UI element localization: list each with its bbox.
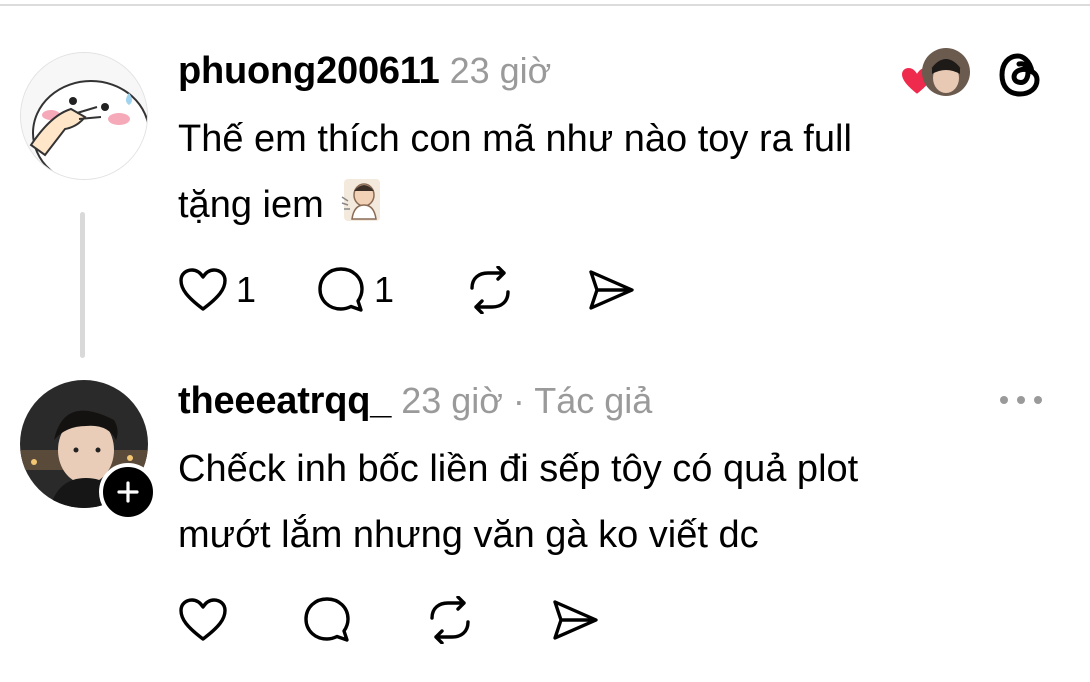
author-mini-avatar: [922, 48, 970, 96]
post-text-line-2: tặng iem: [178, 172, 1018, 244]
thread-connector-line: [80, 212, 85, 358]
threads-logo-icon[interactable]: [996, 50, 1044, 105]
post-actions: 1 1: [178, 262, 636, 318]
comment-button[interactable]: 1: [316, 265, 394, 315]
post-text: Chếck inh bốc liền đi sếp tôy có quả plo…: [178, 436, 1018, 568]
post-text-line-1: Chếck inh bốc liền đi sếp tôy có quả plo…: [178, 448, 859, 490]
post-text: Thế em thích con mã như nào toy ra full …: [178, 106, 1018, 244]
comment-icon: [318, 267, 364, 312]
post-header: phuong200611 23 giờ: [178, 50, 551, 93]
author-tag: · Tác giả: [512, 380, 653, 421]
heart-icon: [179, 598, 227, 641]
timestamp: 23 giờ: [401, 380, 503, 421]
top-divider: [0, 4, 1090, 6]
avatar-phuong200611[interactable]: [20, 52, 148, 180]
share-button[interactable]: [586, 267, 636, 313]
comment-count: 1: [374, 269, 395, 310]
repost-button[interactable]: [424, 596, 476, 644]
like-count: 1: [236, 269, 257, 310]
avatar-illustration: [21, 53, 147, 179]
heart-icon: [179, 268, 227, 311]
timestamp: 23 giờ: [449, 50, 552, 91]
follow-button[interactable]: [99, 463, 157, 521]
post-text-line-1: Thế em thích con mã như nào toy ra full: [178, 118, 852, 160]
post-text-line-2-text: tặng iem: [178, 184, 324, 226]
post-text-line-2: mướt lắm nhưng văn gà ko viết dc: [178, 514, 759, 556]
repost-button[interactable]: [464, 266, 516, 314]
username[interactable]: theeeatrqq_: [178, 380, 391, 422]
more-icon[interactable]: [998, 392, 1044, 413]
like-button[interactable]: [178, 597, 228, 643]
share-button[interactable]: [550, 597, 600, 643]
person-thinking-emoji-icon: [338, 177, 384, 244]
share-icon: [553, 600, 598, 640]
repost-icon: [430, 596, 470, 644]
post-header: theeeatrqq_ 23 giờ · Tác giả: [178, 380, 652, 423]
comment-icon: [304, 597, 350, 642]
username[interactable]: phuong200611: [178, 50, 440, 92]
post-actions: [178, 592, 600, 648]
follow-plus-icon: [117, 481, 139, 503]
repost-icon: [470, 266, 510, 314]
comment-button[interactable]: [302, 595, 352, 645]
share-icon: [589, 270, 634, 310]
like-button[interactable]: 1: [178, 267, 256, 313]
